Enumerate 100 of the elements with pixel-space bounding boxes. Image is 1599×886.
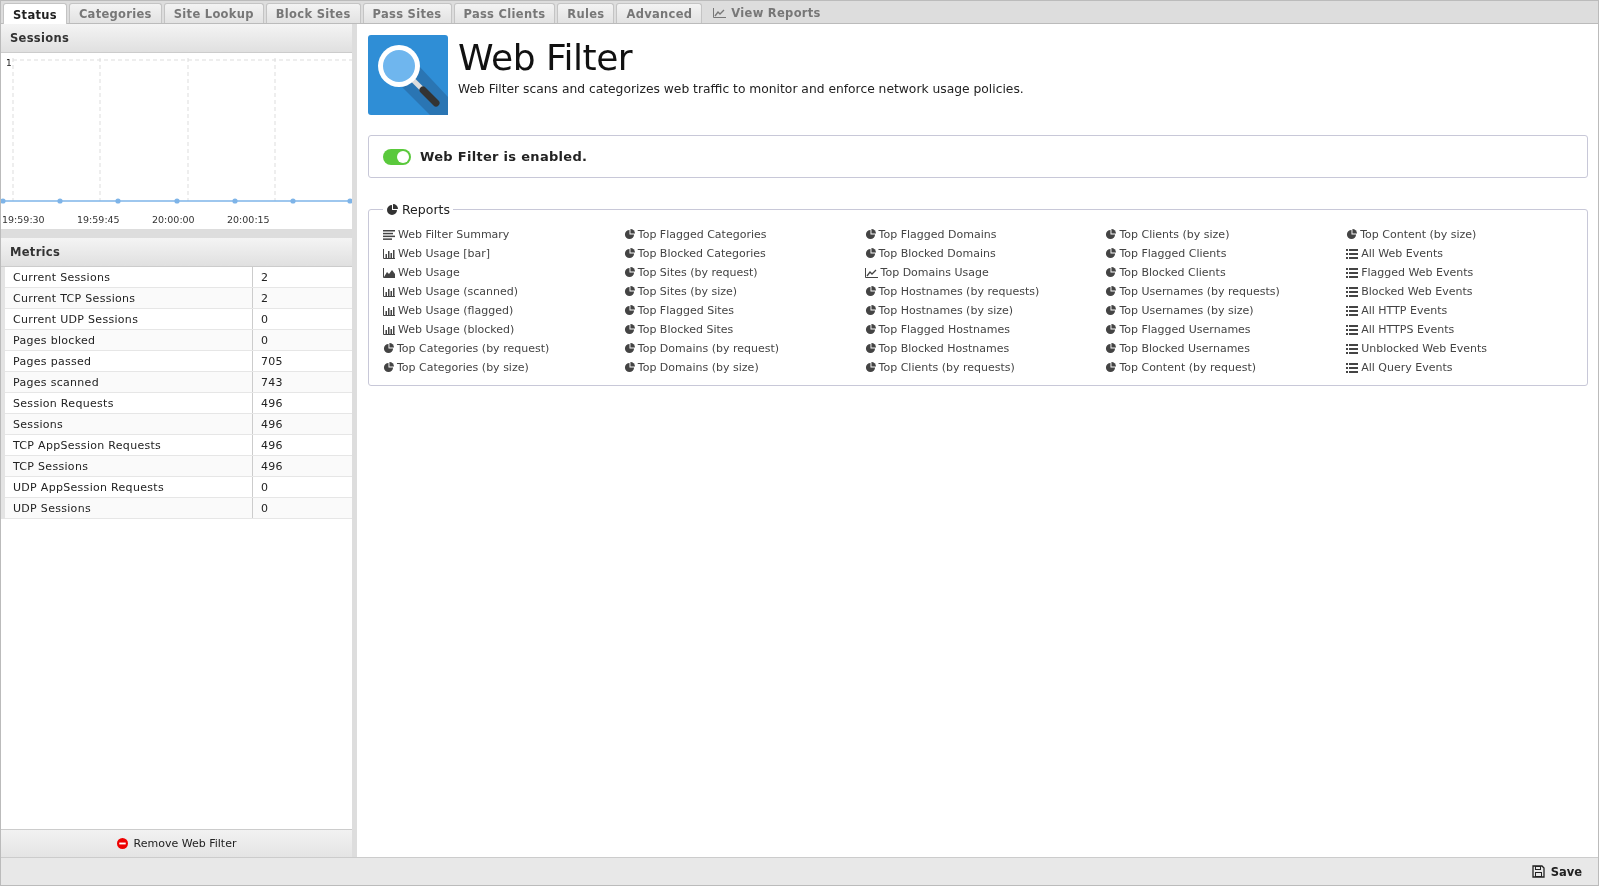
metric-value: 0 — [252, 329, 352, 351]
app-description: Web Filter scans and categorizes web traffic to monitor and enforce network usage policies. — [458, 82, 1024, 96]
metric-name: Pages scanned — [3, 371, 253, 393]
report-link[interactable]: Blocked Web Events — [1346, 282, 1473, 301]
metric-value: 496 — [252, 392, 352, 414]
report-link[interactable]: Web Filter Summary — [383, 225, 510, 244]
list-icon — [1346, 305, 1359, 316]
report-link[interactable]: Top Domains (by request) — [623, 339, 780, 358]
pie-chart-icon — [1346, 229, 1358, 240]
toggle-switch[interactable] — [383, 148, 411, 165]
metric-value: 2 — [252, 287, 352, 309]
report-link[interactable]: Unblocked Web Events — [1346, 339, 1487, 358]
pie-chart-icon — [1105, 324, 1117, 335]
report-link[interactable]: Web Usage [bar] — [383, 244, 491, 263]
report-link[interactable]: Flagged Web Events — [1346, 263, 1474, 282]
report-link[interactable]: Top Content (by request) — [1105, 358, 1257, 377]
pie-chart-icon — [623, 229, 635, 240]
report-link[interactable]: Top Hostnames (by requests) — [864, 282, 1040, 301]
report-link[interactable]: Web Usage (scanned) — [383, 282, 519, 301]
area-chart-icon — [383, 267, 395, 278]
tab[interactable]: Rules — [557, 3, 615, 23]
report-link[interactable]: Top Flagged Sites — [623, 301, 735, 320]
report-link[interactable]: Top Blocked Clients — [1105, 263, 1226, 282]
remove-button[interactable]: Remove Web Filter — [1, 829, 352, 857]
line-chart-icon — [713, 8, 727, 18]
report-link[interactable]: Top Flagged Domains — [864, 225, 997, 244]
tab[interactable]: Block Sites — [265, 3, 361, 23]
report-link[interactable]: Top Flagged Usernames — [1105, 320, 1251, 339]
list-icon — [1346, 324, 1359, 335]
metric-value: 496 — [252, 455, 352, 477]
report-link[interactable]: Top Flagged Clients — [1105, 244, 1227, 263]
reports-title: Reports — [402, 202, 450, 217]
metric-value: 743 — [252, 371, 352, 393]
pie-chart-icon — [383, 362, 394, 373]
x-axis-label: 19:59:30 — [2, 214, 46, 225]
report-link[interactable]: All Web Events — [1346, 244, 1444, 263]
line-chart-icon — [864, 267, 878, 278]
panel-title: Sessions — [1, 24, 352, 53]
status-text: Web Filter is enabled. — [420, 149, 588, 164]
report-link[interactable]: Top Sites (by size) — [623, 282, 738, 301]
pie-chart-icon — [623, 305, 635, 316]
pie-chart-icon — [864, 248, 876, 259]
report-link[interactable]: Top Categories (by size) — [383, 358, 529, 377]
pie-chart-icon — [864, 229, 876, 240]
pie-chart-icon — [383, 343, 394, 354]
pie-chart-icon — [1105, 362, 1117, 373]
report-link[interactable]: Top Flagged Categories — [623, 225, 767, 244]
report-link[interactable]: Top Blocked Sites — [623, 320, 734, 339]
tab[interactable]: Status — [3, 3, 67, 25]
report-link[interactable]: Top Blocked Usernames — [1105, 339, 1250, 358]
report-link[interactable]: Top Hostnames (by size) — [864, 301, 1014, 320]
pie-chart-icon — [1105, 229, 1117, 240]
report-link[interactable]: All HTTP Events — [1346, 301, 1448, 320]
tab[interactable]: Pass Clients — [453, 3, 556, 23]
x-axis-label: 19:59:45 — [77, 214, 121, 225]
report-link[interactable]: Top Blocked Hostnames — [864, 339, 1010, 358]
pie-chart-icon — [1105, 267, 1117, 278]
metric-name: Current TCP Sessions — [3, 287, 253, 309]
report-link[interactable]: All HTTPS Events — [1346, 320, 1455, 339]
metric-name: Sessions — [3, 413, 253, 435]
list-icon — [1346, 248, 1359, 259]
y-axis-label: 1 — [6, 58, 12, 68]
tab[interactable]: Pass Sites — [362, 3, 452, 23]
report-link[interactable]: Top Categories (by request) — [383, 339, 550, 358]
tab[interactable]: Advanced — [616, 3, 703, 23]
text-lines-icon — [383, 229, 395, 240]
list-icon — [1346, 362, 1359, 373]
report-link[interactable]: Top Blocked Domains — [864, 244, 996, 263]
x-axis-label: 20:00:15 — [227, 214, 271, 225]
pie-chart-icon — [623, 248, 635, 259]
x-axis-label: 20:00:00 — [152, 214, 196, 225]
bar-chart-icon — [383, 286, 395, 297]
metric-value: 0 — [252, 497, 352, 519]
report-link[interactable]: Top Sites (by request) — [623, 263, 758, 282]
report-link[interactable]: Top Flagged Hostnames — [864, 320, 1010, 339]
report-link[interactable]: Top Domains Usage — [864, 263, 989, 282]
tab[interactable]: Categories — [68, 3, 162, 23]
tab[interactable]: Site Lookup — [163, 3, 264, 23]
pie-chart-icon — [1105, 286, 1117, 297]
pie-chart-icon — [386, 203, 398, 216]
report-link[interactable]: Top Clients (by size) — [1105, 225, 1230, 244]
save-button[interactable]: Save — [1525, 863, 1588, 880]
metric-name: Pages blocked — [3, 329, 253, 351]
report-link[interactable]: All Query Events — [1346, 358, 1453, 377]
list-icon — [1346, 286, 1359, 297]
report-link[interactable]: Top Content (by size) — [1346, 225, 1477, 244]
bar-chart-icon — [383, 305, 395, 316]
report-link[interactable]: Web Usage — [383, 263, 460, 282]
pie-chart-icon — [623, 286, 635, 297]
pie-chart-icon — [864, 305, 876, 316]
report-link[interactable]: Web Usage (flagged) — [383, 301, 514, 320]
report-link[interactable]: Top Blocked Categories — [623, 244, 766, 263]
report-link[interactable]: Top Usernames (by size) — [1105, 301, 1254, 320]
pie-chart-icon — [1105, 343, 1117, 354]
metric-name: UDP Sessions — [3, 497, 253, 519]
list-icon — [1346, 267, 1359, 278]
report-link[interactable]: Web Usage (blocked) — [383, 320, 515, 339]
report-link[interactable]: Top Domains (by size) — [623, 358, 759, 377]
report-link[interactable]: Top Clients (by requests) — [864, 358, 1015, 377]
report-link[interactable]: Top Usernames (by requests) — [1105, 282, 1280, 301]
